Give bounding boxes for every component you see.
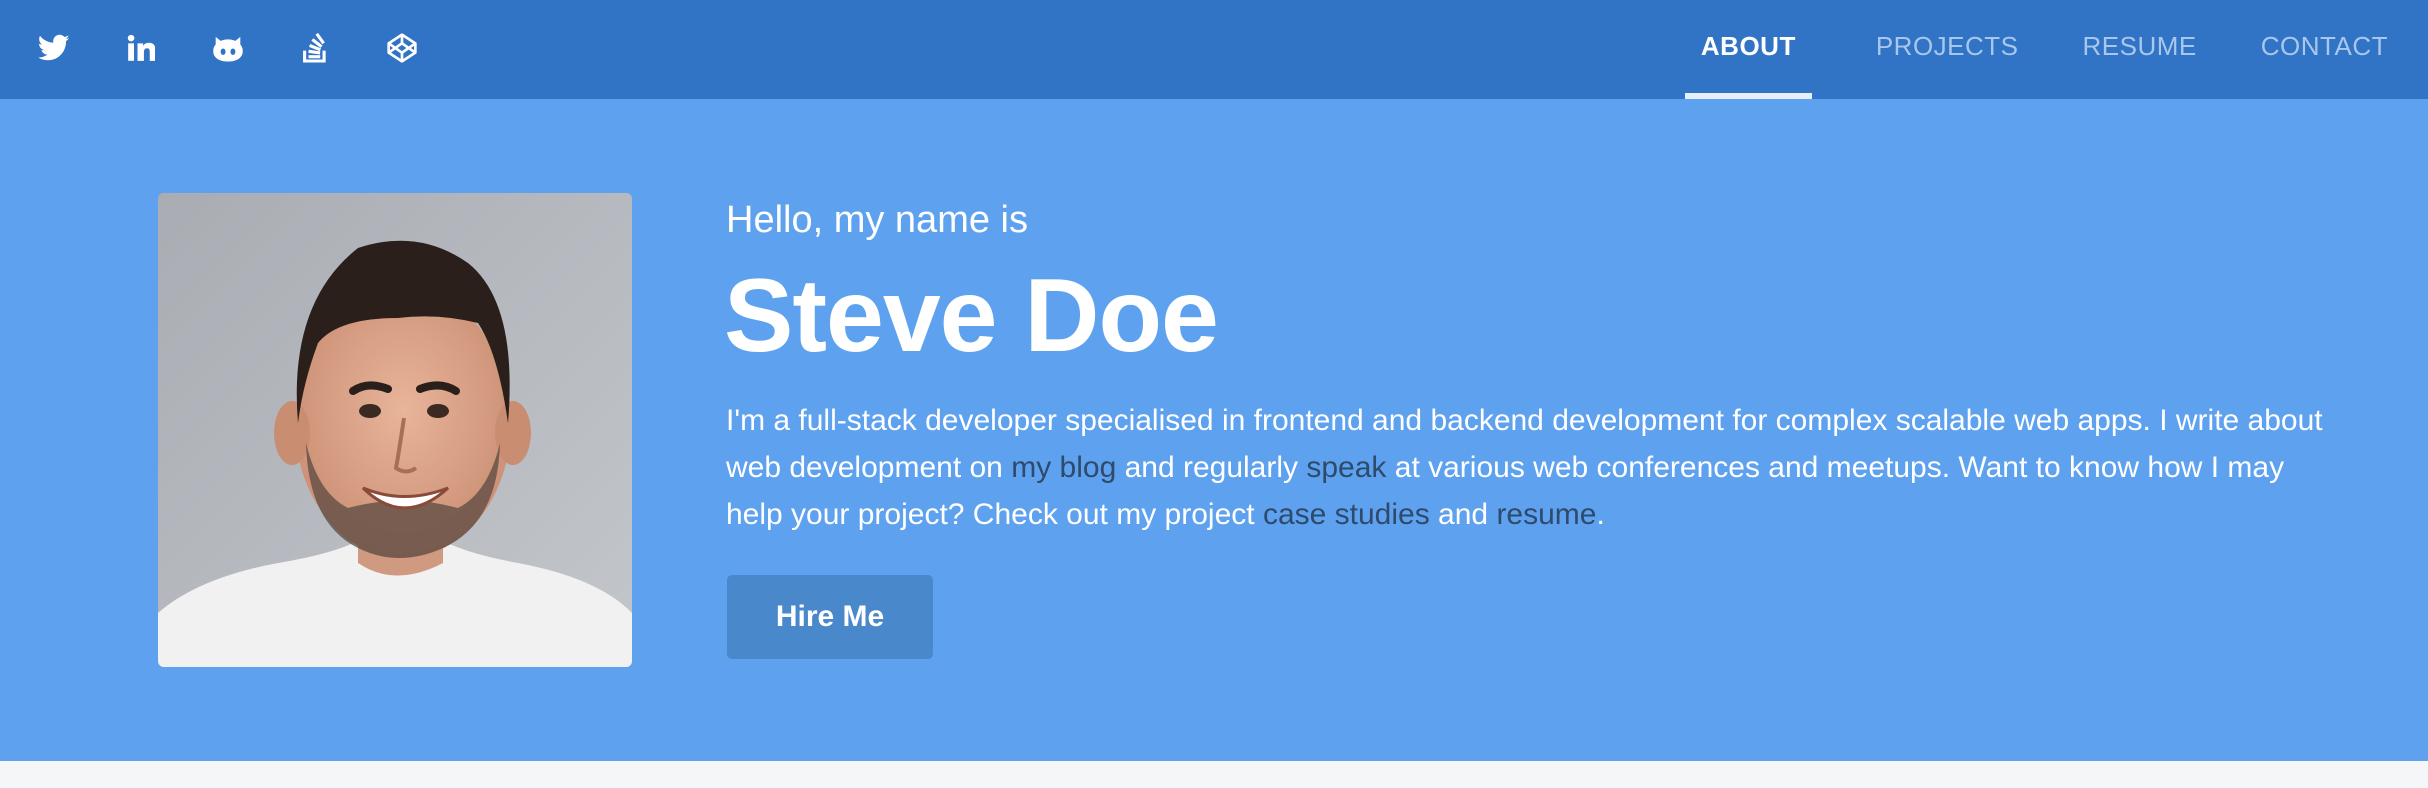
greeting-text: Hello, my name is	[726, 199, 1028, 241]
codepen-icon	[387, 33, 417, 63]
bio-paragraph: I'm a full-stack developer specialised i…	[726, 397, 2346, 538]
main-nav: ABOUT PROJECTS RESUME CONTACT	[1684, 0, 2428, 99]
social-links	[38, 28, 473, 68]
twitter-icon	[38, 34, 70, 61]
stackoverflow-link[interactable]	[299, 30, 331, 66]
linkedin-icon	[127, 34, 155, 61]
blog-link[interactable]: my blog	[1011, 451, 1116, 484]
profile-portrait	[158, 193, 632, 667]
stackoverflow-icon	[303, 32, 326, 63]
bio-text: and	[1429, 498, 1497, 531]
nav-item-resume[interactable]: RESUME	[2051, 0, 2229, 99]
page-title: Steve Doe	[724, 258, 1219, 374]
nav-item-about[interactable]: ABOUT	[1684, 0, 1812, 99]
github-link[interactable]	[212, 30, 244, 66]
bio-text: .	[1596, 498, 1605, 531]
resume-link[interactable]: resume	[1496, 498, 1596, 531]
top-navbar: ABOUT PROJECTS RESUME CONTACT	[0, 0, 2428, 99]
twitter-link[interactable]	[38, 30, 70, 66]
case-studies-link[interactable]: case studies	[1263, 498, 1430, 531]
nav-item-projects[interactable]: PROJECTS	[1844, 0, 2051, 99]
github-icon	[213, 36, 243, 62]
speak-link[interactable]: speak	[1306, 451, 1386, 484]
profile-photo	[158, 193, 632, 667]
hero-section: Hello, my name is Steve Doe I'm a full-s…	[0, 99, 2428, 761]
hire-me-button[interactable]: Hire Me	[727, 575, 933, 659]
linkedin-link[interactable]	[125, 30, 157, 66]
bio-text: and regularly	[1116, 451, 1307, 484]
codepen-link[interactable]	[386, 30, 418, 66]
nav-item-contact[interactable]: CONTACT	[2229, 0, 2428, 99]
